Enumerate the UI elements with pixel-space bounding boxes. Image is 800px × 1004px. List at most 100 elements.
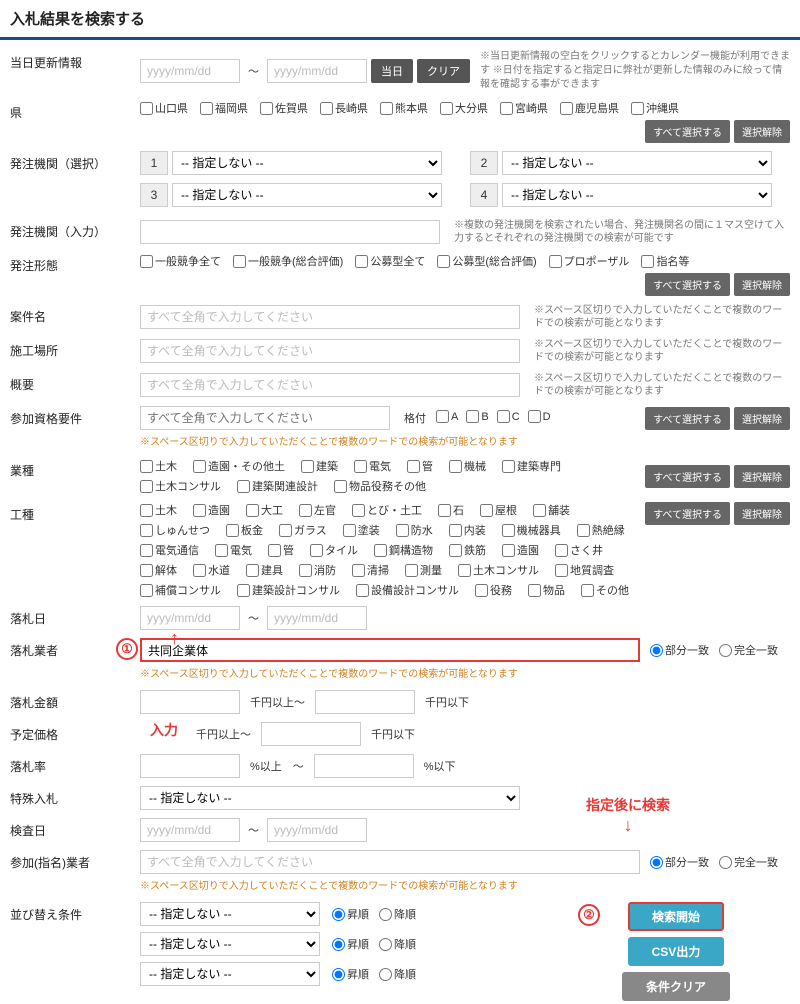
checkbox-input[interactable] <box>581 584 594 597</box>
award-date-from[interactable] <box>140 606 240 630</box>
org-input-field[interactable] <box>140 220 440 244</box>
sort1-desc[interactable] <box>379 908 392 921</box>
checkbox-input[interactable] <box>343 524 356 537</box>
checkbox-input[interactable] <box>233 255 246 268</box>
search-button[interactable]: 検索開始 <box>628 902 724 931</box>
checkbox-input[interactable] <box>200 102 213 115</box>
award-company-input[interactable] <box>140 638 640 662</box>
pref-deselect[interactable]: 選択解除 <box>734 120 790 143</box>
checkbox-input[interactable] <box>500 102 513 115</box>
checkbox-input[interactable] <box>480 504 493 517</box>
industry-deselect[interactable]: 選択解除 <box>734 465 790 488</box>
checkbox-input[interactable] <box>437 255 450 268</box>
checkbox-input[interactable] <box>310 544 323 557</box>
checkbox-input[interactable] <box>466 410 479 423</box>
checkbox-input[interactable] <box>549 255 562 268</box>
sort1-asc[interactable] <box>332 908 345 921</box>
checkbox-input[interactable] <box>555 564 568 577</box>
checkbox-input[interactable] <box>528 584 541 597</box>
sort2-asc[interactable] <box>332 938 345 951</box>
date-from-input[interactable] <box>140 59 240 83</box>
checkbox-input[interactable] <box>140 504 153 517</box>
checkbox-input[interactable] <box>193 564 206 577</box>
checkbox-input[interactable] <box>449 524 462 537</box>
qualification-input[interactable] <box>140 406 390 430</box>
checkbox-input[interactable] <box>631 102 644 115</box>
location-input[interactable] <box>140 339 520 363</box>
inspect-date-from[interactable] <box>140 818 240 842</box>
nominee-input[interactable] <box>140 850 640 874</box>
checkbox-input[interactable] <box>237 584 250 597</box>
checkbox-input[interactable] <box>577 524 590 537</box>
checkbox-input[interactable] <box>299 504 312 517</box>
checkbox-input[interactable] <box>374 544 387 557</box>
sort2-desc[interactable] <box>379 938 392 951</box>
inspect-date-to[interactable] <box>267 818 367 842</box>
checkbox-input[interactable] <box>475 584 488 597</box>
checkbox-input[interactable] <box>560 102 573 115</box>
checkbox-input[interactable] <box>260 102 273 115</box>
award-amount-from[interactable] <box>140 690 240 714</box>
checkbox-input[interactable] <box>497 410 510 423</box>
checkbox-input[interactable] <box>449 544 462 557</box>
date-to-input[interactable] <box>267 59 367 83</box>
checkbox-input[interactable] <box>533 504 546 517</box>
award-date-to[interactable] <box>267 606 367 630</box>
special-select[interactable]: -- 指定しない -- <box>140 786 520 810</box>
checkbox-input[interactable] <box>140 480 153 493</box>
checkbox-input[interactable] <box>440 102 453 115</box>
today-button[interactable]: 当日 <box>371 59 413 83</box>
checkbox-input[interactable] <box>140 255 153 268</box>
checkbox-input[interactable] <box>405 564 418 577</box>
sort3-asc[interactable] <box>332 968 345 981</box>
award-company-exact-radio[interactable] <box>719 644 732 657</box>
checkbox-input[interactable] <box>356 584 369 597</box>
industry-select-all[interactable]: すべて選択する <box>645 465 730 488</box>
csv-button[interactable]: CSV出力 <box>628 937 725 966</box>
award-company-partial-radio[interactable] <box>650 644 663 657</box>
sort3-desc[interactable] <box>379 968 392 981</box>
checkbox-input[interactable] <box>246 504 259 517</box>
checkbox-input[interactable] <box>502 460 515 473</box>
checkbox-input[interactable] <box>407 460 420 473</box>
award-amount-to[interactable] <box>315 690 415 714</box>
checkbox-input[interactable] <box>237 480 250 493</box>
checkbox-input[interactable] <box>193 504 206 517</box>
checkbox-input[interactable] <box>279 524 292 537</box>
project-input[interactable] <box>140 305 520 329</box>
checkbox-input[interactable] <box>226 524 239 537</box>
checkbox-input[interactable] <box>396 524 409 537</box>
checkbox-input[interactable] <box>299 564 312 577</box>
checkbox-input[interactable] <box>140 102 153 115</box>
checkbox-input[interactable] <box>140 564 153 577</box>
org-select-4[interactable]: -- 指定しない -- <box>502 183 772 207</box>
nominee-exact-radio[interactable] <box>719 856 732 869</box>
sort-select-3[interactable]: -- 指定しない -- <box>140 962 320 986</box>
org-select-1[interactable]: -- 指定しない -- <box>172 151 442 175</box>
worktype-deselect[interactable]: 選択解除 <box>734 502 790 525</box>
checkbox-input[interactable] <box>355 255 368 268</box>
pref-select-all[interactable]: すべて選択する <box>645 120 730 143</box>
clear-date-button[interactable]: クリア <box>417 59 470 83</box>
checkbox-input[interactable] <box>449 460 462 473</box>
checkbox-input[interactable] <box>140 584 153 597</box>
checkbox-input[interactable] <box>301 460 314 473</box>
checkbox-input[interactable] <box>215 544 228 557</box>
clear-button[interactable]: 条件クリア <box>622 972 730 1001</box>
bidtype-deselect[interactable]: 選択解除 <box>734 273 790 296</box>
org-select-2[interactable]: -- 指定しない -- <box>502 151 772 175</box>
bidtype-select-all[interactable]: すべて選択する <box>645 273 730 296</box>
checkbox-input[interactable] <box>352 504 365 517</box>
qual-deselect[interactable]: 選択解除 <box>734 407 790 430</box>
checkbox-input[interactable] <box>140 460 153 473</box>
checkbox-input[interactable] <box>502 524 515 537</box>
checkbox-input[interactable] <box>246 564 259 577</box>
checkbox-input[interactable] <box>380 102 393 115</box>
checkbox-input[interactable] <box>354 460 367 473</box>
checkbox-input[interactable] <box>528 410 541 423</box>
sort-select-1[interactable]: -- 指定しない -- <box>140 902 320 926</box>
award-rate-to[interactable] <box>314 754 414 778</box>
nominee-partial-radio[interactable] <box>650 856 663 869</box>
worktype-select-all[interactable]: すべて選択する <box>645 502 730 525</box>
org-select-3[interactable]: -- 指定しない -- <box>172 183 442 207</box>
